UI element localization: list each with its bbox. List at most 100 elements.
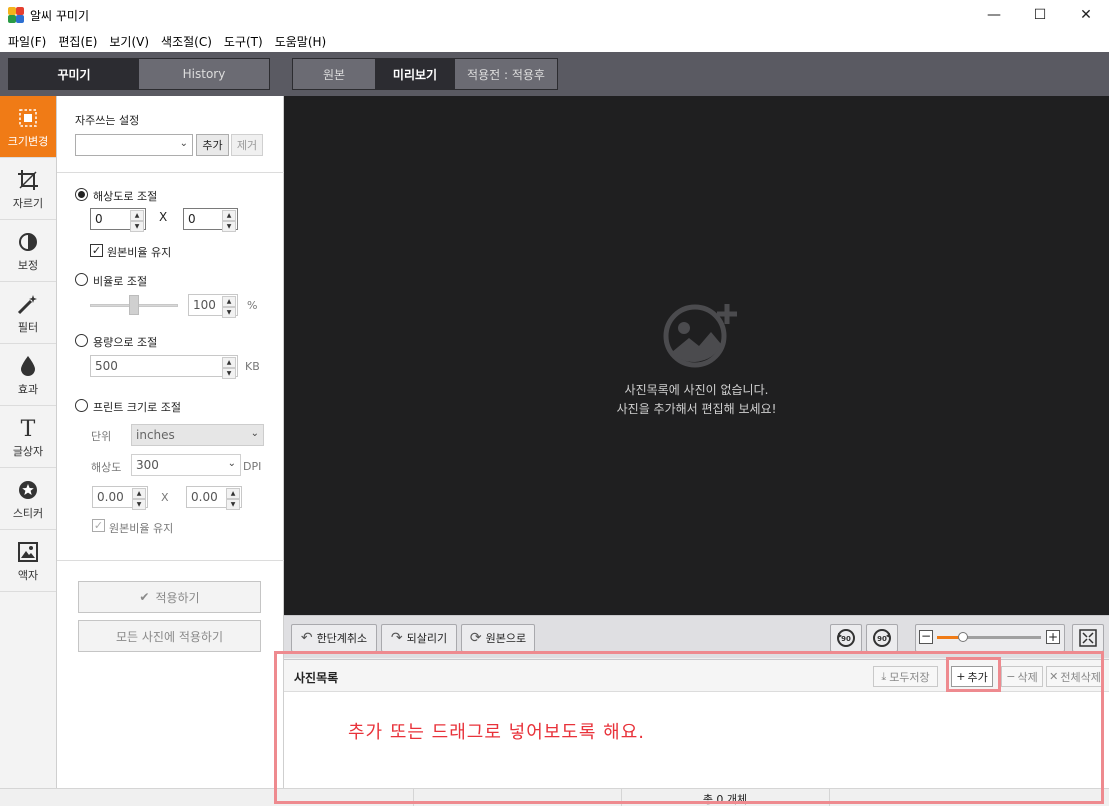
- favorites-select[interactable]: ⌄: [75, 134, 193, 156]
- tool-label: 크기변경: [7, 134, 49, 148]
- size-input[interactable]: 500 ▲ ▼: [90, 355, 238, 379]
- tool-adjust[interactable]: 보정: [0, 220, 56, 282]
- tool-label: 효과: [17, 382, 39, 396]
- tool-label: 자르기: [12, 196, 44, 210]
- resize-settings-panel: 자주쓰는 설정 ⌄ 추가 제거 해상도로 조절 0 ▲ ▼ X 0 ▲ ▼ ✓ 원본…: [57, 96, 284, 788]
- tool-filter[interactable]: 필터: [0, 282, 56, 344]
- print-resolution-label: 해상도: [91, 461, 122, 474]
- view-tabs: 원본 미리보기 적용전 : 적용후: [292, 58, 558, 90]
- tool-effect[interactable]: 효과: [0, 344, 56, 406]
- redo-arrow-icon: ↷: [390, 630, 403, 646]
- size-radio[interactable]: [75, 334, 88, 347]
- print-width-input[interactable]: 0.00 ▲ ▼: [92, 486, 148, 510]
- tab-preview[interactable]: 미리보기: [375, 59, 455, 89]
- adjust-icon: [18, 229, 38, 255]
- dpi-label: DPI: [243, 460, 262, 473]
- ratio-radio[interactable]: [75, 273, 88, 286]
- menu-color[interactable]: 색조절(C): [155, 33, 218, 50]
- chevron-down-icon: ⌄: [227, 458, 236, 469]
- favorites-add-button[interactable]: 추가: [196, 134, 229, 156]
- tab-history[interactable]: History: [139, 59, 269, 89]
- annotation-add-highlight: [946, 657, 1001, 692]
- window-title: 알씨 꾸미기: [30, 8, 90, 23]
- tool-label: 보정: [17, 258, 39, 272]
- tool-crop[interactable]: 자르기: [0, 158, 56, 220]
- height-input[interactable]: 0 ▲ ▼: [183, 208, 238, 232]
- stepper[interactable]: ▲ ▼: [132, 488, 146, 510]
- tab-decorate[interactable]: 꾸미기: [9, 59, 139, 89]
- stepper[interactable]: ▲ ▼: [222, 357, 236, 379]
- kb-label: KB: [245, 360, 260, 373]
- undo-arrow-icon: ↶: [300, 630, 313, 646]
- undo-button[interactable]: ↶ 한단계취소: [291, 624, 377, 652]
- print-label: 프린트 크기로 조절: [93, 401, 181, 414]
- print-height-input[interactable]: 0.00 ▲ ▼: [186, 486, 242, 510]
- keep-ratio-checkbox[interactable]: ✓: [90, 244, 103, 257]
- menu-tools[interactable]: 도구(T): [218, 33, 269, 50]
- tab-compare[interactable]: 적용전 : 적용후: [455, 59, 557, 89]
- crop-icon: [17, 167, 39, 193]
- times-label: X: [159, 210, 168, 224]
- tool-textbox[interactable]: T 글상자: [0, 406, 56, 468]
- check-icon: ✔: [139, 590, 150, 604]
- favorites-remove-button[interactable]: 제거: [231, 134, 263, 156]
- size-label: 용량으로 조절: [93, 336, 158, 349]
- menu-bar: 파일(F) 편집(E) 보기(V) 색조절(C) 도구(T) 도움말(H): [0, 30, 1109, 52]
- zoom-out-icon[interactable]: −: [919, 630, 933, 644]
- percent-label: %: [247, 299, 258, 312]
- close-icon[interactable]: ✕: [1063, 0, 1109, 30]
- chevron-down-icon: ⌄: [250, 428, 259, 439]
- print-keep-ratio-checkbox[interactable]: ✓: [92, 519, 105, 532]
- svg-text:90: 90: [877, 635, 887, 643]
- print-resolution-select[interactable]: 300 ⌄: [131, 454, 241, 476]
- print-radio[interactable]: [75, 399, 88, 412]
- favorites-label: 자주쓰는 설정: [75, 114, 140, 127]
- preview-canvas[interactable]: 사진목록에 사진이 없습니다. 사진을 추가해서 편집해 보세요!: [284, 96, 1109, 615]
- redo-button[interactable]: ↷ 되살리기: [381, 624, 457, 652]
- tool-frame[interactable]: 액자: [0, 530, 56, 592]
- unit-select[interactable]: inches ⌄: [131, 424, 264, 446]
- fit-screen-icon: [1079, 629, 1097, 647]
- svg-text:T: T: [21, 417, 36, 439]
- width-input[interactable]: 0 ▲ ▼: [90, 208, 146, 232]
- ratio-input[interactable]: 100 ▲ ▼: [188, 294, 238, 318]
- chevron-down-icon: ⌄: [179, 138, 188, 149]
- empty-message-line2: 사진을 추가해서 편집해 보세요!: [616, 402, 777, 416]
- frame-picture-icon: [18, 539, 38, 565]
- restore-original-button[interactable]: ⟳ 원본으로: [461, 624, 535, 652]
- maximize-icon[interactable]: ☐: [1017, 0, 1063, 30]
- apply-all-button[interactable]: 모든 사진에 적용하기: [78, 620, 261, 652]
- menu-edit[interactable]: 편집(E): [52, 33, 103, 50]
- print-times-label: X: [161, 491, 169, 504]
- apply-button[interactable]: ✔ 적용하기: [78, 581, 261, 613]
- tool-label: 글상자: [12, 444, 44, 458]
- stepper[interactable]: ▲ ▼: [222, 296, 236, 318]
- rotate-right-button[interactable]: 90: [866, 624, 898, 652]
- fit-screen-button[interactable]: [1072, 624, 1104, 652]
- resolution-radio[interactable]: [75, 188, 88, 201]
- menu-view[interactable]: 보기(V): [103, 33, 155, 50]
- mode-tabs: 꾸미기 History: [8, 58, 270, 90]
- stepper[interactable]: ▲ ▼: [222, 210, 236, 232]
- zoom-in-icon[interactable]: +: [1046, 630, 1060, 644]
- resize-icon: [18, 105, 38, 131]
- rotate-left-icon: 90: [837, 629, 855, 647]
- stepper[interactable]: ▲ ▼: [130, 210, 144, 232]
- zoom-slider-thumb[interactable]: [958, 632, 968, 642]
- menu-file[interactable]: 파일(F): [2, 33, 52, 50]
- stepper[interactable]: ▲ ▼: [226, 488, 240, 510]
- minimize-icon[interactable]: —: [971, 0, 1017, 30]
- unit-label: 단위: [91, 430, 112, 443]
- rotate-left-button[interactable]: 90: [830, 624, 862, 652]
- tool-label: 액자: [17, 568, 39, 582]
- tool-resize[interactable]: 크기변경: [0, 96, 56, 158]
- print-keep-ratio-label: 원본비율 유지: [109, 522, 174, 535]
- empty-message-line1: 사진목록에 사진이 없습니다.: [624, 383, 769, 397]
- drop-icon: [20, 353, 36, 379]
- tab-original[interactable]: 원본: [293, 59, 375, 89]
- menu-help[interactable]: 도움말(H): [269, 33, 333, 50]
- keep-ratio-label: 원본비율 유지: [107, 246, 172, 259]
- ratio-slider-thumb[interactable]: [129, 295, 139, 315]
- filter-wand-icon: [17, 291, 39, 317]
- tool-sticker[interactable]: 스티커: [0, 468, 56, 530]
